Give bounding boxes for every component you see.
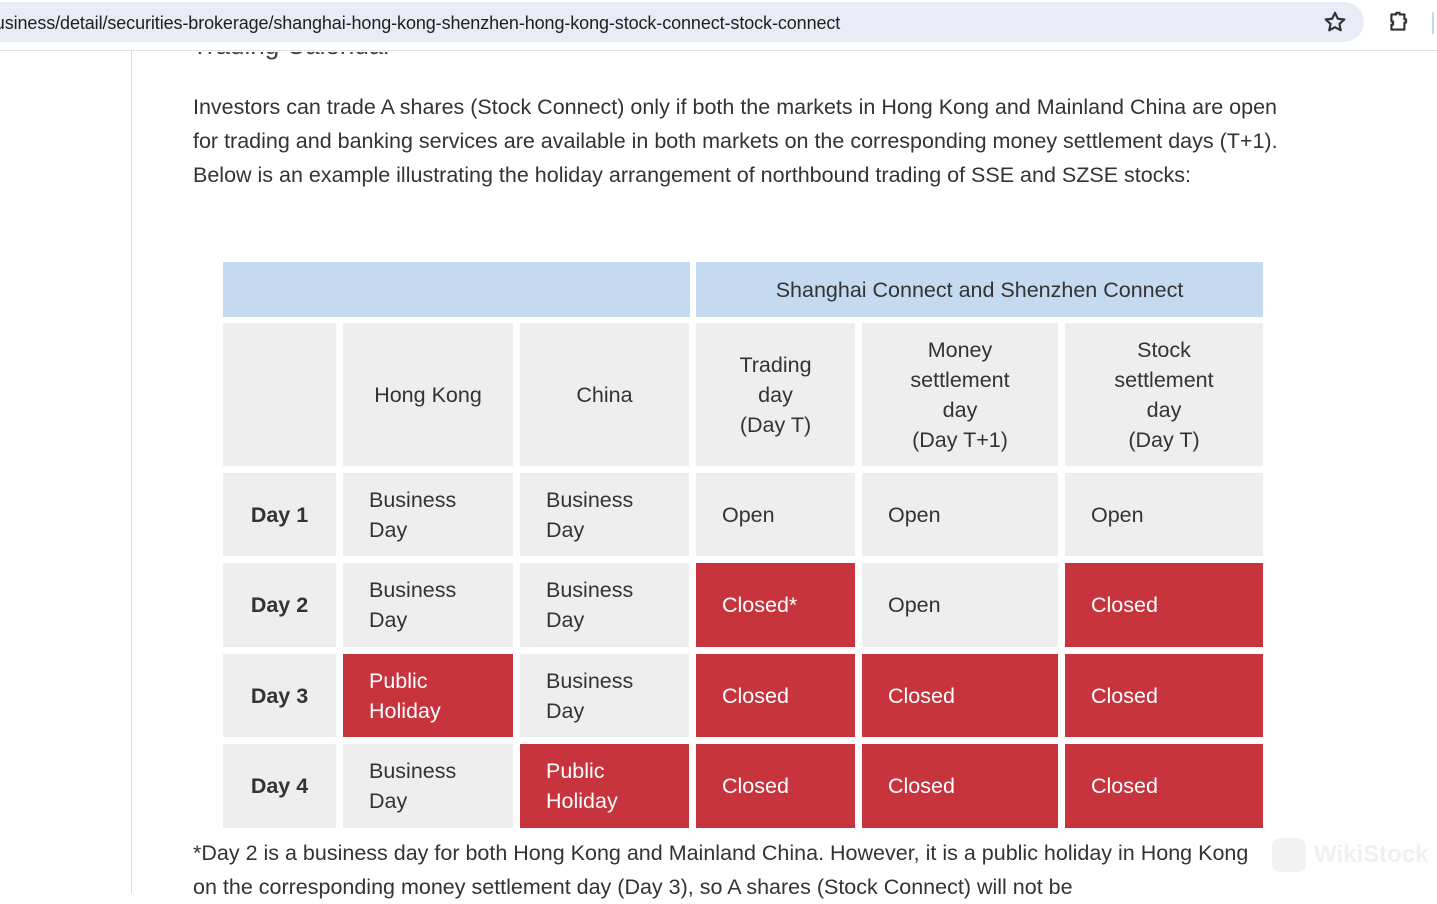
- group-header: Shanghai Connect and Shenzhen Connect: [696, 262, 1263, 317]
- table-cell-stock-settlement-day: Closed: [1065, 563, 1263, 647]
- row-label: Day 3: [223, 654, 336, 737]
- table-cell-china: Business Day: [520, 473, 689, 556]
- table-cell-money-settlement-day: Closed: [862, 744, 1058, 828]
- table-cell-trading-day: Closed: [696, 744, 855, 828]
- table-cell-money-settlement-day: Open: [862, 473, 1058, 556]
- extensions-puzzle-icon[interactable]: [1386, 9, 1412, 35]
- content-left-border: [131, 51, 132, 893]
- table-cell-hong-kong: Public Holiday: [343, 654, 513, 737]
- table-cell-money-settlement-day: Closed: [862, 654, 1058, 737]
- table-cell-trading-day: Closed: [696, 654, 855, 737]
- browser-toolbar: /business/detail/securities-brokerage/sh…: [0, 0, 1437, 51]
- table-cell-hong-kong: Business Day: [343, 473, 513, 556]
- footnote: *Day 2 is a business day for both Hong K…: [193, 841, 1249, 899]
- table-cell-trading-day: Open: [696, 473, 855, 556]
- row-label: Day 4: [223, 744, 336, 828]
- column-header-china: China: [520, 323, 689, 466]
- toolbar-separator: [1432, 12, 1434, 34]
- table-cell-hong-kong: Business Day: [343, 744, 513, 828]
- column-header-trading-day: Trading day (Day T): [696, 323, 855, 466]
- table-cell-trading-day: Closed*: [696, 563, 855, 647]
- table-cell-money-settlement-day: Open: [862, 563, 1058, 647]
- table-cell-stock-settlement-day: Closed: [1065, 654, 1263, 737]
- header-blank: [223, 262, 690, 317]
- address-bar[interactable]: /business/detail/securities-brokerage/sh…: [0, 2, 1364, 42]
- bookmark-star-icon[interactable]: [1322, 9, 1348, 35]
- intro-paragraph: Investors can trade A shares (Stock Conn…: [193, 95, 1278, 187]
- column-header-money-settlement-day: Money settlement day (Day T+1): [862, 323, 1058, 466]
- table-cell-china: Business Day: [520, 654, 689, 737]
- wikistock-logo-icon: [1272, 838, 1306, 872]
- column-header-stock-settlement-day: Stock settlement day (Day T): [1065, 323, 1263, 466]
- url-text[interactable]: /business/detail/securities-brokerage/sh…: [0, 13, 840, 34]
- table-cell-china: Public Holiday: [520, 744, 689, 828]
- column-header-hong-kong: Hong Kong: [343, 323, 513, 466]
- watermark: WikiStock: [1272, 838, 1428, 872]
- table-cell-stock-settlement-day: Open: [1065, 473, 1263, 556]
- column-header-blank: [223, 323, 336, 466]
- table-cell-china: Business Day: [520, 563, 689, 647]
- table-cell-stock-settlement-day: Closed: [1065, 744, 1263, 828]
- row-label: Day 1: [223, 473, 336, 556]
- row-label: Day 2: [223, 563, 336, 647]
- table-cell-hong-kong: Business Day: [343, 563, 513, 647]
